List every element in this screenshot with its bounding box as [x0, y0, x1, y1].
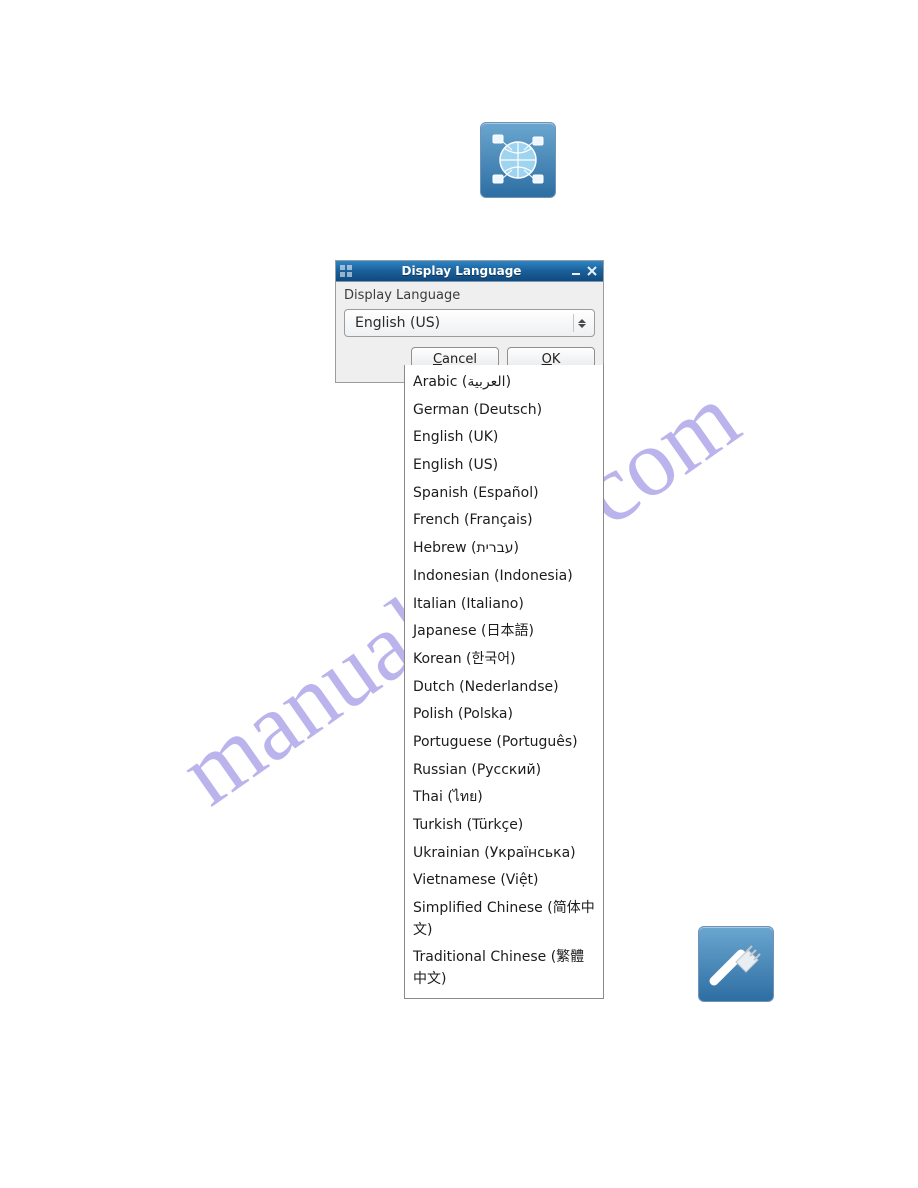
language-option[interactable]: Indonesian (Indonesia) — [405, 563, 603, 591]
language-option[interactable]: Simplified Chinese (简体中文) — [405, 895, 603, 944]
language-option[interactable]: Korean (한국어) — [405, 646, 603, 674]
network-cable-icon — [698, 926, 774, 1002]
language-option[interactable]: Polish (Polska) — [405, 701, 603, 729]
combobox-spinner-icon[interactable] — [573, 314, 590, 332]
combobox-value: English (US) — [355, 315, 573, 331]
language-option[interactable]: Portuguese (Português) — [405, 729, 603, 757]
language-option[interactable]: Dutch (Nederlandse) — [405, 674, 603, 702]
language-combobox[interactable]: English (US) — [344, 309, 595, 337]
minimize-button[interactable] — [569, 264, 583, 278]
language-option[interactable]: Traditional Chinese (繁體中文) — [405, 944, 603, 993]
language-option[interactable]: Turkish (Türkçe) — [405, 812, 603, 840]
language-option[interactable]: Russian (Русский) — [405, 757, 603, 785]
language-option[interactable]: English (UK) — [405, 424, 603, 452]
language-option[interactable]: English (US) — [405, 452, 603, 480]
dialog-title: Display Language — [356, 264, 567, 278]
language-option[interactable]: Thai (ไทย) — [405, 784, 603, 812]
language-option[interactable]: Vietnamese (Việt) — [405, 867, 603, 895]
language-option[interactable]: Ukrainian (Українська) — [405, 840, 603, 868]
language-option[interactable]: Arabic (العربية) — [405, 369, 603, 397]
titlebar-grip-icon — [340, 265, 352, 277]
globe-network-icon — [480, 122, 556, 198]
dialog-titlebar[interactable]: Display Language — [336, 261, 603, 282]
close-button[interactable] — [585, 264, 599, 278]
language-dropdown: Arabic (العربية)German (Deutsch)English … — [404, 365, 604, 999]
field-label: Display Language — [344, 286, 595, 309]
language-option[interactable]: Japanese (日本語) — [405, 618, 603, 646]
language-option[interactable]: German (Deutsch) — [405, 397, 603, 425]
language-option[interactable]: Italian (Italiano) — [405, 591, 603, 619]
language-option[interactable]: Hebrew (עברית) — [405, 535, 603, 563]
language-option[interactable]: French (Français) — [405, 507, 603, 535]
language-option[interactable]: Spanish (Español) — [405, 480, 603, 508]
